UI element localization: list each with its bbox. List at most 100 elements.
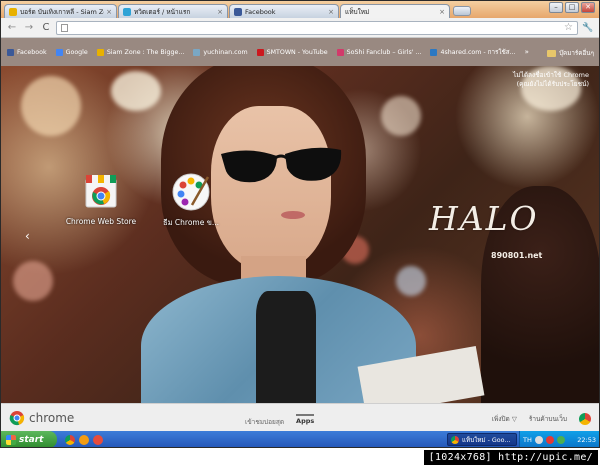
bookmark-label: 4shared.com - การใช้ส... xyxy=(440,49,516,56)
bookmark-label: yuchinan.com xyxy=(203,48,248,56)
system-tray: TH 22:53 xyxy=(519,431,599,447)
chrome-wordmark: chrome xyxy=(29,411,75,425)
siamzone-favicon-icon xyxy=(9,7,17,16)
chrome-icon xyxy=(451,435,459,444)
bookmark-label: Siam Zone : The Bigge... xyxy=(106,48,185,56)
bookmark-yuchinan[interactable]: yuchinan.com xyxy=(193,48,248,56)
clock: 22:53 xyxy=(577,435,596,444)
tab-new-tab[interactable]: แท็บใหม่ × xyxy=(340,4,450,18)
app-chrome-web-store[interactable]: Chrome Web Store xyxy=(65,171,137,229)
bookmark-star-icon[interactable]: ☆ xyxy=(564,22,573,33)
app-label: ธีม Chrome ข... xyxy=(163,218,219,227)
ntp-footer-menus: เพิ่งปิด ▽ ร้านค้าบนเว็บ xyxy=(492,413,591,425)
image-watermark: [1024x768] http://upic.me/ xyxy=(423,450,598,465)
window-controls: – □ ✕ xyxy=(549,2,595,13)
tab-label: ทวิตเตอร์ / หน้าแรก xyxy=(134,7,191,16)
chrome-logo-icon xyxy=(9,411,25,426)
browser-toolbar: ← → C ☆ 🔧 xyxy=(1,18,599,38)
antivirus-tray-icon[interactable] xyxy=(545,435,554,444)
start-label: start xyxy=(19,434,44,445)
bookmark-facebook[interactable]: Facebook xyxy=(7,48,47,56)
bookmark-4shared[interactable]: 4shared.com - การใช้ส... xyxy=(430,47,516,57)
tab-close-icon[interactable]: × xyxy=(217,8,223,16)
language-indicator[interactable]: TH xyxy=(523,436,532,444)
bookmark-siamzone[interactable]: Siam Zone : The Bigge... xyxy=(96,48,185,56)
tab-most-visited[interactable]: เข้าชมบ่อยสุด xyxy=(245,414,284,427)
bookmark-google[interactable]: Google xyxy=(55,48,88,56)
recently-closed-menu[interactable]: เพิ่งปิด ▽ xyxy=(492,414,517,424)
signin-status[interactable]: ไม่ได้ลงชื่อเข้าใช้ Chrome (คุณยังไม่ได้… xyxy=(513,71,589,89)
new-tab-page: HALO 890801.net ไม่ได้ลงชื่อเข้าใช้ Chro… xyxy=(1,66,599,403)
sunglasses-image xyxy=(221,147,342,183)
webstore-icon xyxy=(85,175,117,208)
bookmark-label: SoShi Fanclub – Girls' ... xyxy=(346,48,422,56)
tab-twitter[interactable]: ทวิตเตอร์ / หน้าแรก × xyxy=(118,4,228,18)
twitter-favicon-icon xyxy=(123,7,131,16)
page-icon xyxy=(193,48,201,56)
bokeh-light xyxy=(21,76,81,136)
soshi-icon xyxy=(336,48,344,56)
windows-taskbar: start แท็บใหม่ - Goo... TH 22:53 xyxy=(1,431,599,447)
start-button[interactable]: start xyxy=(1,431,57,447)
ntp-page-switcher: เข้าชมบ่อยสุด Apps xyxy=(245,414,315,427)
close-button[interactable]: ✕ xyxy=(581,2,595,13)
bokeh-light xyxy=(13,261,53,301)
bookmark-label: Google xyxy=(65,48,88,56)
wallpaper-title: HALO xyxy=(429,199,539,238)
wallpaper-shirt xyxy=(256,291,316,403)
folder-icon xyxy=(547,49,557,57)
tab-label: Facebook xyxy=(245,7,276,16)
address-input[interactable] xyxy=(72,23,565,32)
forward-button[interactable]: → xyxy=(22,21,36,35)
siamzone-icon xyxy=(96,48,104,56)
tray-icon[interactable] xyxy=(534,435,543,444)
signin-line2: (คุณยังไม่ได้รับประโยชน์) xyxy=(516,80,589,88)
bookmarks-overflow-button[interactable]: » xyxy=(525,48,529,56)
chrome-logo: chrome xyxy=(9,410,74,426)
tab-close-icon[interactable]: × xyxy=(439,8,445,16)
tab-label: แท็บใหม่ xyxy=(345,7,370,16)
previous-page-arrow[interactable]: ‹ xyxy=(25,229,30,243)
tab-siamzone[interactable]: บอร์ด บันเทิงเกาหลี - Siam Zone × xyxy=(4,4,117,18)
firefox-quicklaunch-icon[interactable] xyxy=(79,434,89,445)
taskbar-chrome-window[interactable]: แท็บใหม่ - Goo... xyxy=(447,433,517,446)
facebook-favicon-icon xyxy=(234,7,242,16)
bokeh-light xyxy=(381,96,421,136)
app-chrome-themes[interactable]: ธีม Chrome ข... xyxy=(155,171,227,229)
other-bookmarks-label: บุ๊คมาร์คอื่นๆ xyxy=(559,50,594,57)
bookmarks-bar: Facebook Google Siam Zone : The Bigge...… xyxy=(1,38,599,66)
bokeh-light xyxy=(111,71,161,111)
apps-grid: Chrome Web Store ธีม Chrome ข... xyxy=(65,171,227,229)
bookmark-label: Facebook xyxy=(17,48,47,56)
quick-launch xyxy=(65,434,103,445)
ntp-footer: chrome เข้าชมบ่อยสุด Apps เพิ่งปิด ▽ ร้า… xyxy=(1,403,599,431)
new-tab-button[interactable] xyxy=(453,6,471,16)
4shared-icon xyxy=(430,48,438,56)
back-button[interactable]: ← xyxy=(5,21,19,35)
tab-apps[interactable]: Apps xyxy=(296,414,315,427)
minimize-button[interactable]: – xyxy=(549,2,563,13)
wrench-menu-icon[interactable]: 🔧 xyxy=(581,21,595,35)
bookmark-soshi-fanclub[interactable]: SoShi Fanclub – Girls' ... xyxy=(336,48,422,56)
web-store-icon[interactable] xyxy=(579,413,591,425)
google-icon xyxy=(55,48,63,56)
reload-button[interactable]: C xyxy=(39,21,53,35)
omnibox[interactable]: ☆ xyxy=(56,20,578,35)
maximize-button[interactable]: □ xyxy=(565,2,579,13)
other-bookmarks-button[interactable]: บุ๊คมาร์คอื่นๆ xyxy=(547,48,594,58)
task-label: แท็บใหม่ - Goo... xyxy=(462,436,511,444)
chrome-quicklaunch-icon[interactable] xyxy=(65,434,75,445)
web-store-link[interactable]: ร้านค้าบนเว็บ xyxy=(529,414,567,424)
network-tray-icon[interactable] xyxy=(556,435,565,444)
wallpaper-subtitle: 890801.net xyxy=(491,251,543,260)
facebook-icon xyxy=(7,48,14,56)
bokeh-light xyxy=(396,266,426,296)
tab-close-icon[interactable]: × xyxy=(106,8,112,16)
tab-strip: บอร์ด บันเทิงเกาหลี - Siam Zone × ทวิตเต… xyxy=(1,1,599,18)
tab-close-icon[interactable]: × xyxy=(328,8,334,16)
tab-label: บอร์ด บันเทิงเกาหลี - Siam Zone xyxy=(20,7,104,16)
tab-facebook[interactable]: Facebook × xyxy=(229,4,339,18)
bookmark-smtown-youtube[interactable]: SMTOWN - YouTube xyxy=(256,48,328,56)
bookmark-label: SMTOWN - YouTube xyxy=(266,48,328,56)
media-quicklaunch-icon[interactable] xyxy=(93,434,103,445)
